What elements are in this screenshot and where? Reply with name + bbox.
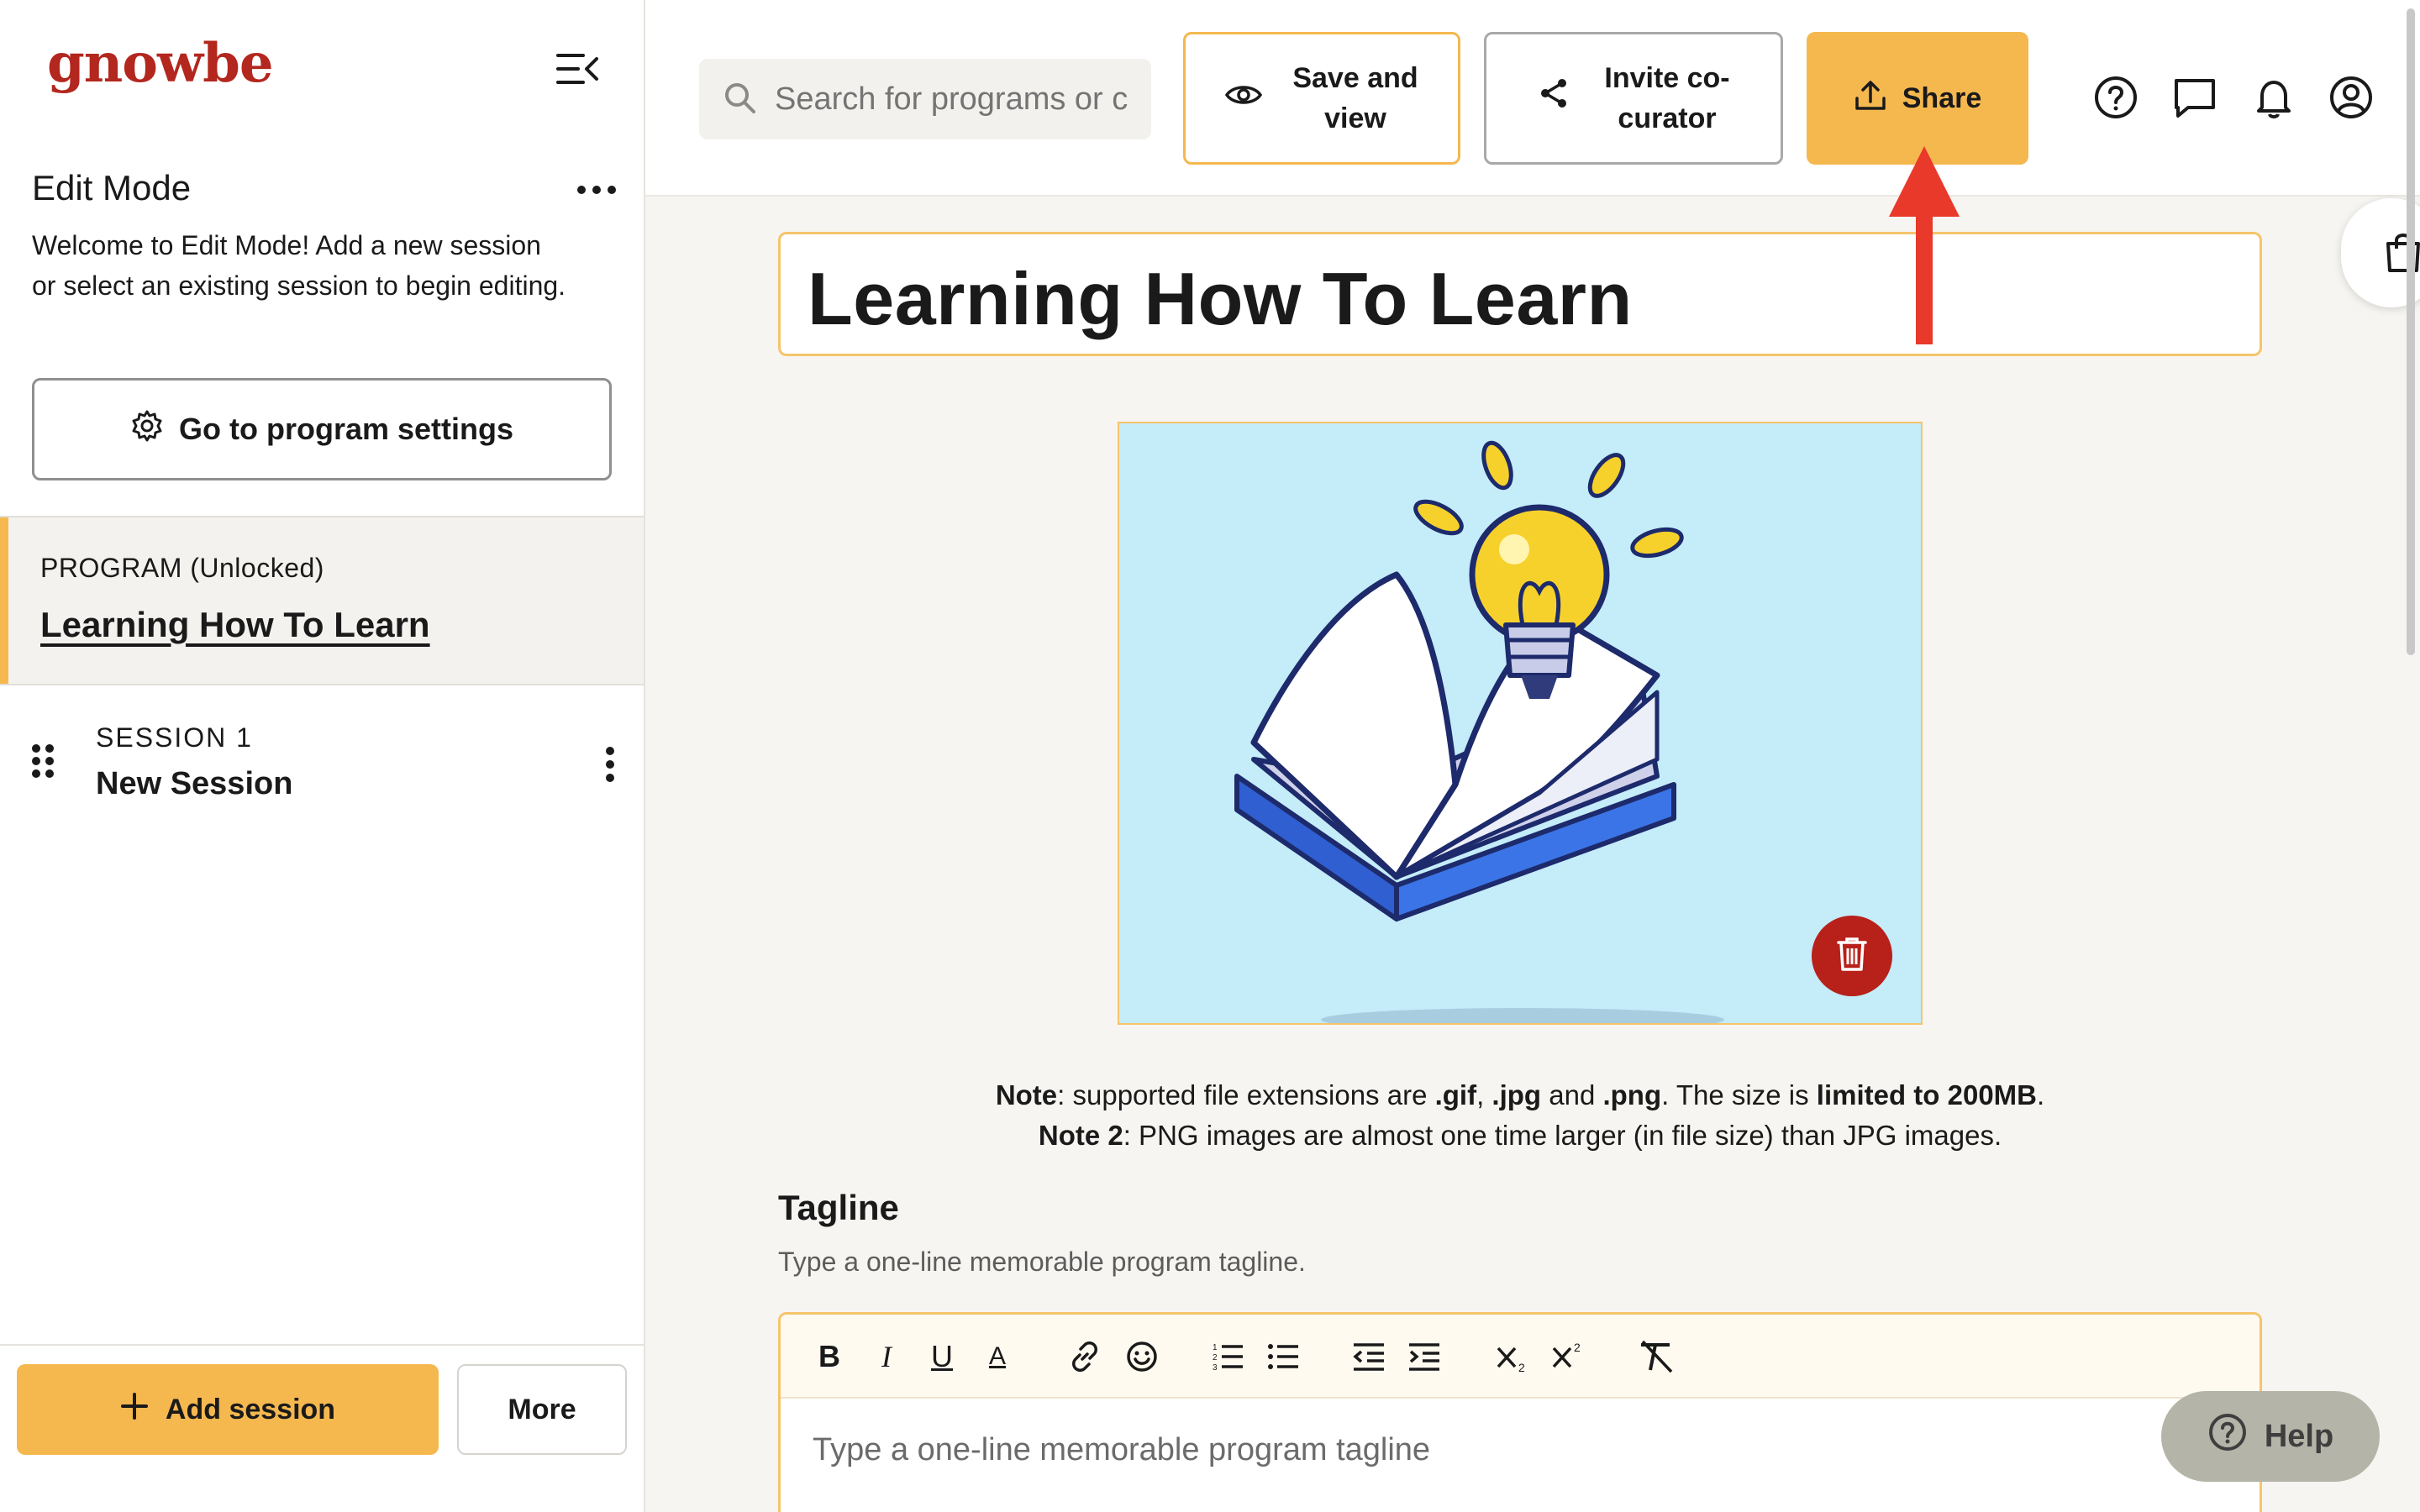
active-indicator: [0, 517, 8, 684]
outdent-icon[interactable]: [1350, 1338, 1387, 1375]
svg-text:2: 2: [1213, 1353, 1218, 1362]
program-item[interactable]: PROGRAM (Unlocked) Learning How To Learn: [0, 516, 644, 685]
chat-icon[interactable]: [2171, 74, 2218, 121]
trash-icon: [1835, 936, 1869, 977]
program-title: Learning How To Learn: [808, 257, 1633, 340]
search-input[interactable]: [775, 81, 1128, 118]
ordered-list-icon[interactable]: 123: [1209, 1338, 1246, 1375]
save-and-view-label: Save and view: [1292, 62, 1418, 134]
more-button[interactable]: More: [457, 1364, 627, 1455]
tagline-editor: B I U A 123 2 2 Type a one-line memorabl…: [778, 1312, 2262, 1512]
program-title-field[interactable]: Learning How To Learn: [778, 232, 2262, 356]
session-number: SESSION 1: [96, 722, 253, 753]
session-item[interactable]: SESSION 1 New Session: [0, 687, 644, 813]
subscript-icon[interactable]: 2: [1495, 1338, 1532, 1375]
drag-handle-icon[interactable]: [30, 743, 55, 780]
svg-text:2: 2: [1574, 1341, 1581, 1354]
edit-mode-title: Edit Mode: [32, 168, 192, 207]
gear-icon: [130, 409, 164, 450]
superscript-icon[interactable]: 2: [1550, 1338, 1587, 1375]
help-label: Help: [2264, 1418, 2334, 1454]
program-settings-label: Go to program settings: [178, 412, 514, 446]
program-cover-image[interactable]: [1118, 422, 1923, 1025]
program-settings-button[interactable]: Go to program settings: [32, 378, 612, 480]
svg-text:3: 3: [1213, 1363, 1218, 1373]
eye-icon: [1225, 78, 1263, 118]
italic-button[interactable]: I: [870, 1338, 903, 1375]
user-avatar-icon[interactable]: [2328, 74, 2375, 121]
text-color-button[interactable]: A: [981, 1338, 1014, 1375]
plus-icon: [120, 1392, 149, 1428]
share-label: Share: [1902, 81, 1982, 114]
upload-icon: [1854, 78, 1887, 119]
underline-button[interactable]: U: [925, 1338, 959, 1375]
gnowbe-logo[interactable]: gnowbe: [47, 32, 274, 95]
program-status-label: PROGRAM (Unlocked): [40, 553, 324, 583]
session-name[interactable]: New Session: [96, 766, 292, 802]
invite-co-curator-label: Invite co-curator: [1604, 62, 1730, 134]
scrollbar-thumb[interactable]: [2407, 8, 2415, 655]
red-annotation-arrow: [1889, 146, 1960, 344]
delete-image-button[interactable]: [1812, 916, 1892, 996]
clear-format-icon[interactable]: [1636, 1338, 1676, 1375]
link-icon[interactable]: [1066, 1338, 1103, 1375]
file-note: Note: supported file extensions are .gif…: [778, 1075, 2262, 1156]
svg-text:1: 1: [1213, 1343, 1218, 1352]
collapse-sidebar-icon[interactable]: [555, 50, 602, 87]
bell-icon[interactable]: [2250, 74, 2297, 121]
indent-icon[interactable]: [1406, 1338, 1443, 1375]
session-options-icon[interactable]: [602, 746, 618, 783]
help-button[interactable]: Help: [2161, 1391, 2380, 1482]
page-scrollbar[interactable]: [2403, 0, 2420, 1512]
svg-text:2: 2: [1518, 1361, 1525, 1373]
bold-button[interactable]: B: [813, 1338, 846, 1375]
book-lightbulb-illustration: [1234, 440, 1724, 1023]
file-note-line-2: Note 2: PNG images are almost one time l…: [1038, 1120, 2002, 1151]
help-circle-icon[interactable]: [2092, 74, 2139, 121]
search-icon: [723, 81, 756, 118]
share-nodes-icon: [1537, 76, 1570, 121]
top-bar: Save andview Invite co-curator Share: [645, 0, 2420, 197]
tagline-description: Type a one-line memorable program taglin…: [778, 1247, 1306, 1277]
more-options-icon[interactable]: [576, 173, 617, 198]
save-and-view-button[interactable]: Save and view: [1183, 32, 1460, 165]
tagline-heading: Tagline: [778, 1188, 899, 1227]
help-icon: [2207, 1412, 2248, 1461]
sidebar: gnowbe Edit Mode Welcome to Edit Mode! A…: [0, 0, 645, 1512]
add-session-label: Add session: [165, 1393, 336, 1425]
sidebar-footer: Add session More: [0, 1344, 644, 1512]
program-name-link[interactable]: Learning How To Learn: [40, 605, 430, 645]
invite-co-curator-button[interactable]: Invite co-curator: [1484, 32, 1783, 165]
editor-toolbar: B I U A 123 2 2: [781, 1315, 2260, 1399]
edit-mode-description: Welcome to Edit Mode! Add a new session …: [32, 230, 566, 301]
emoji-icon[interactable]: [1123, 1338, 1160, 1375]
file-note-line-1: Note: supported file extensions are .gif…: [995, 1079, 2045, 1110]
add-session-button[interactable]: Add session: [17, 1364, 439, 1455]
bullet-list-icon[interactable]: [1265, 1338, 1302, 1375]
tagline-input[interactable]: Type a one-line memorable program taglin…: [813, 1432, 1430, 1468]
search-bar[interactable]: [699, 59, 1151, 139]
